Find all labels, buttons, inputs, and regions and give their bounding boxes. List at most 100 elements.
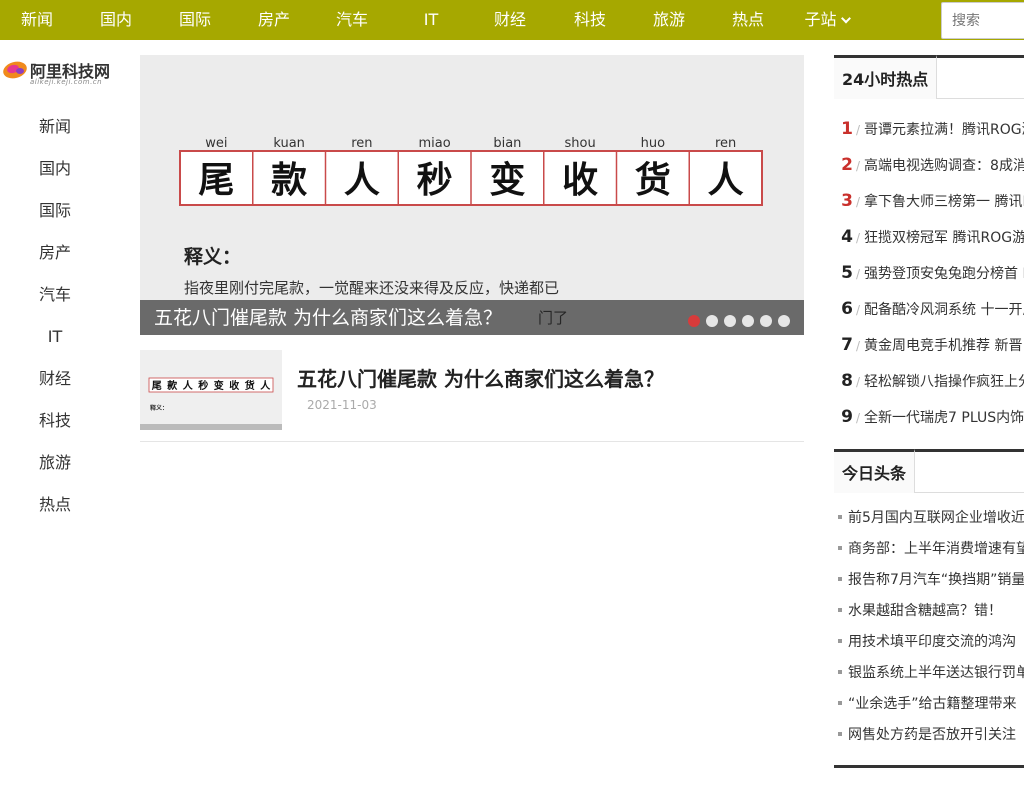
today-item[interactable]: 报告称7月汽车“换挡期”销量 — [834, 565, 1024, 596]
thumb-character: 尾 — [152, 380, 162, 392]
hot-item[interactable]: 1/哥谭元素拉满！腾讯ROG游戏手机5s — [834, 111, 1024, 147]
side-nav-item-it[interactable]: IT — [0, 316, 110, 358]
hot-item-text: 拿下鲁大师三榜第一 腾讯ROG — [864, 194, 1024, 210]
today-header: 今日头条 — [834, 449, 1024, 493]
slider-dot[interactable] — [688, 315, 700, 327]
side-nav-item-realestate[interactable]: 房产 — [0, 232, 110, 274]
hot-item-text: 配备酷冷风洞系统 十一开启 — [864, 302, 1024, 318]
top-nav-item-news[interactable]: 新闻 — [21, 0, 53, 40]
search-input[interactable] — [942, 3, 1024, 38]
hot-item[interactable]: 7/黄金周电竞手机推荐 新晋 — [834, 327, 1024, 363]
slide-pinyin: ren — [351, 136, 372, 151]
hot-item[interactable]: 6/配备酷冷风洞系统 十一开启 — [834, 291, 1024, 327]
today-item-text: 报告称7月汽车“换挡期”销量 — [848, 572, 1024, 588]
thumb-definition-label: 释义： — [150, 404, 168, 412]
substations-label: 子站 — [804, 10, 837, 29]
today-item[interactable]: 水果越甜含糖越高？错！ — [834, 596, 1024, 627]
hot-rank: 6 — [841, 299, 853, 319]
hot-rank: 9 — [841, 407, 853, 427]
article-title[interactable]: 五花八门催尾款 为什么商家们这么着急？ — [297, 363, 664, 392]
side-nav-item-hot[interactable]: 热点 — [0, 484, 110, 526]
today-item[interactable]: 前5月国内互联网企业增收近 — [834, 503, 1024, 534]
slide-caption[interactable]: 五花八门催尾款 为什么商家们这么着急？ — [154, 303, 502, 330]
side-nav-item-travel[interactable]: 旅游 — [0, 442, 110, 484]
slide-character: 变 — [489, 159, 525, 201]
hot-item-text: 轻松解锁八指操作疯狂上分 — [864, 374, 1024, 390]
slide-definition-text: 指夜里刚付完尾款，一觉醒来还没来得及反应，快递都已 — [184, 279, 559, 297]
slide-character: 秒 — [417, 160, 453, 201]
today-item[interactable]: 银监系统上半年送达银行罚单 — [834, 658, 1024, 689]
top-nav-item-travel[interactable]: 旅游 — [653, 0, 685, 40]
side-nav-item-domestic[interactable]: 国内 — [0, 148, 110, 190]
slide-definition-label: 释义： — [184, 246, 241, 268]
side-nav-item-international[interactable]: 国际 — [0, 190, 110, 232]
next-section-header — [834, 765, 1024, 809]
logo-mark-icon — [3, 61, 27, 79]
today-item[interactable]: 网售处方药是否放开引关注 — [834, 720, 1024, 751]
right-sidebar: 24小时热点 1/哥谭元素拉满！腾讯ROG游戏手机5s 2/高端电视选购调查：8… — [834, 55, 1024, 809]
slide-pinyin: bian — [493, 136, 521, 151]
hot-item[interactable]: 5/强势登顶安兔兔跑分榜首 ROG — [834, 255, 1024, 291]
today-item-text: 水果越甜含糖越高？错！ — [848, 603, 1002, 619]
hot24-tab[interactable]: 24小时热点 — [834, 55, 938, 99]
top-nav-item-realestate[interactable]: 房产 — [258, 0, 290, 40]
slide-image: wei kuan ren miao bian shou huo ren 尾款人秒变收货人 释义… — [140, 55, 804, 335]
hot24-header: 24小时热点 — [834, 55, 1024, 99]
slide-pinyin: miao — [419, 136, 451, 151]
today-item-text: 前5月国内互联网企业增收近 — [848, 510, 1024, 526]
side-nav-item-auto[interactable]: 汽车 — [0, 274, 110, 316]
hot-rank: 5 — [841, 263, 853, 283]
hot-item[interactable]: 4/狂揽双榜冠军 腾讯ROG游戏手机 — [834, 219, 1024, 255]
hot-item-text: 全新一代瑞虎7 PLUS内饰官图 — [864, 410, 1024, 426]
top-nav-item-auto[interactable]: 汽车 — [336, 0, 368, 40]
hot-item[interactable]: 9/全新一代瑞虎7 PLUS内饰官图 — [834, 399, 1024, 435]
side-nav-item-finance[interactable]: 财经 — [0, 358, 110, 400]
chevron-down-icon — [841, 13, 851, 24]
slider-dot[interactable] — [760, 315, 772, 327]
hot-rank: 8 — [841, 371, 853, 391]
hot-item[interactable]: 3/拿下鲁大师三榜第一 腾讯ROG — [834, 183, 1024, 219]
thumb-character: 人 — [183, 379, 194, 392]
top-nav-item-tech[interactable]: 科技 — [574, 0, 606, 40]
hot-rank: 3 — [841, 191, 853, 211]
hot-item-text: 哥谭元素拉满！腾讯ROG游戏手机5s — [864, 122, 1024, 138]
today-item[interactable]: 商务部：上半年消费增速有望 — [834, 534, 1024, 565]
side-nav-item-tech[interactable]: 科技 — [0, 400, 110, 442]
thumb-character: 变 — [214, 379, 224, 392]
today-item[interactable]: “业余选手”给古籍整理带来 — [834, 689, 1024, 720]
top-nav-item-hot[interactable]: 热点 — [732, 0, 764, 40]
slider-dot[interactable] — [778, 315, 790, 327]
slider-dot[interactable] — [706, 315, 718, 327]
today-tab[interactable]: 今日头条 — [834, 449, 916, 493]
slide-character: 收 — [562, 160, 598, 201]
today-item[interactable]: 用技术填平印度交流的鸿沟 — [834, 627, 1024, 658]
slide-character: 人 — [708, 160, 744, 201]
featured-slider[interactable]: wei kuan ren miao bian shou huo ren 尾款人秒变收货人 释义… — [140, 55, 804, 335]
slider-dot[interactable] — [724, 315, 736, 327]
today-item-text: 网售处方药是否放开引关注 — [848, 727, 1016, 743]
article-thumbnail[interactable]: 尾款人秒变收货人 释义： — [140, 350, 282, 430]
hot-item[interactable]: 8/轻松解锁八指操作疯狂上分 — [834, 363, 1024, 399]
article-date: 2021-11-03 — [307, 398, 377, 412]
side-nav: 新闻 国内 国际 房产 汽车 IT 财经 科技 旅游 热点 — [0, 106, 110, 526]
hot-item[interactable]: 2/高端电视选购调查：8成消费者 — [834, 147, 1024, 183]
site-logo[interactable]: 阿里科技网 alikeji.keji.com.cn — [0, 54, 120, 90]
slide-character: 人 — [344, 160, 380, 201]
today-list: 前5月国内互联网企业增收近 商务部：上半年消费增速有望 报告称7月汽车“换挡期”… — [834, 503, 1024, 751]
side-nav-item-news[interactable]: 新闻 — [0, 106, 110, 148]
thumb-character: 秒 — [198, 379, 208, 392]
thumbnail-image: 尾款人秒变收货人 释义： — [140, 350, 282, 430]
slide-pinyin: wei — [205, 136, 227, 151]
top-nav-item-international[interactable]: 国际 — [179, 0, 211, 40]
slide-character: 尾 — [198, 160, 234, 201]
article-item[interactable]: 尾款人秒变收货人 释义： 五花八门催尾款 为什么商家们这么着急？ 2021-11… — [140, 350, 804, 442]
slider-dot[interactable] — [742, 315, 754, 327]
hot24-list: 1/哥谭元素拉满！腾讯ROG游戏手机5s 2/高端电视选购调查：8成消费者 3/… — [834, 111, 1024, 435]
top-nav-item-it[interactable]: IT — [424, 0, 439, 40]
top-nav-item-domestic[interactable]: 国内 — [100, 0, 132, 40]
logo-subtext: alikeji.keji.com.cn — [30, 78, 103, 86]
top-nav-item-finance[interactable]: 财经 — [494, 0, 526, 40]
thumb-character: 货 — [245, 379, 255, 392]
top-nav-substations-dropdown[interactable]: 子站 — [804, 0, 851, 40]
thumb-character: 收 — [229, 379, 239, 392]
